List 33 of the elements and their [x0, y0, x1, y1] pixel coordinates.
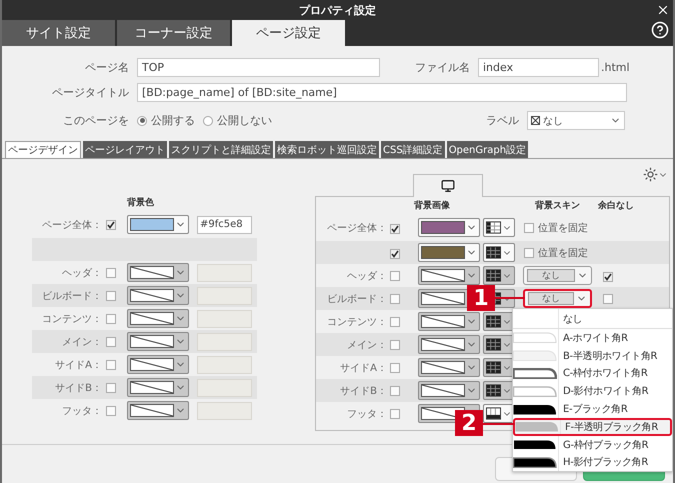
checkbox-label: 位置を固定	[538, 222, 588, 234]
row-label: コンテンツ：	[41, 312, 103, 326]
file-extension: .html	[601, 61, 630, 74]
column-header: 背景画像	[414, 199, 451, 212]
row-label: フッタ：	[61, 404, 103, 418]
row-label: サイドB：	[339, 384, 388, 398]
row-label: ヘッダ：	[346, 270, 388, 282]
column-header: 背景スキン	[534, 199, 581, 212]
row-label: ビルボード：	[41, 290, 103, 302]
row-label: メイン：	[346, 338, 388, 352]
field-label: このページを	[62, 113, 129, 128]
radio-label: 公開しない	[217, 113, 272, 128]
radio-label: 公開する	[151, 113, 195, 128]
row-label: ページ全体：	[41, 218, 103, 232]
field-label: ページタイトル	[51, 85, 129, 100]
checkbox-label: 位置を固定	[538, 246, 588, 260]
step-callout-tooltip: 1	[467, 285, 495, 311]
row-label: ヘッダ：	[61, 266, 103, 280]
field-label: ページ名	[84, 60, 129, 75]
row-label: ページ全体：	[326, 222, 388, 234]
row-label: サイドA：	[339, 362, 388, 374]
row-label: サイドA：	[54, 358, 103, 372]
column-header: 余白なし	[598, 200, 635, 212]
step-callout-tooltip: 2	[455, 410, 483, 436]
field-label: ファイル名	[414, 60, 470, 75]
row-label: コンテンツ：	[326, 316, 388, 328]
row-label: メイン：	[61, 336, 103, 348]
field-label: ラベル	[485, 113, 519, 128]
window-title: プロパティ設定	[299, 2, 376, 18]
row-label: ビルボード：	[326, 292, 388, 306]
row-label: サイドB：	[54, 382, 103, 394]
column-header: 背景色	[127, 196, 155, 209]
row-label: フッタ：	[346, 408, 388, 420]
